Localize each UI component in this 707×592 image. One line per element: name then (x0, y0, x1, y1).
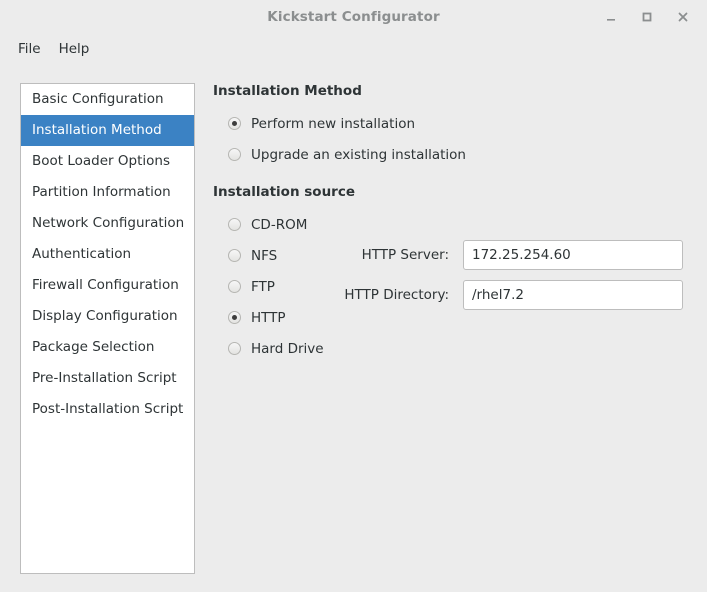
installation-source-area: CD-ROM NFS FTP HTTP Hard Drive HTTP Serv… (213, 209, 693, 364)
radio-label: HTTP (251, 309, 286, 326)
sidebar-item-authentication[interactable]: Authentication (21, 239, 194, 270)
radio-ftp[interactable]: FTP (213, 271, 333, 302)
radio-upgrade-existing-installation[interactable]: Upgrade an existing installation (213, 139, 693, 170)
sidebar-item-partition-information[interactable]: Partition Information (21, 177, 194, 208)
radio-perform-new-installation[interactable]: Perform new installation (213, 108, 693, 139)
menu-item-help[interactable]: Help (50, 38, 99, 60)
http-directory-label: HTTP Directory: (344, 287, 449, 303)
radio-hard-drive[interactable]: Hard Drive (213, 333, 333, 364)
radio-indicator-icon (228, 249, 241, 262)
radio-label: Upgrade an existing installation (251, 146, 466, 163)
radio-label: NFS (251, 247, 278, 264)
window-controls (593, 0, 701, 33)
sidebar-item-post-installation-script[interactable]: Post-Installation Script (21, 394, 194, 425)
sidebar-item-basic-configuration[interactable]: Basic Configuration (21, 84, 194, 115)
radio-indicator-icon (228, 148, 241, 161)
http-fields: HTTP Server: HTTP Directory: (340, 235, 685, 315)
sidebar-list[interactable]: Basic Configuration Installation Method … (20, 83, 195, 574)
close-button[interactable] (665, 0, 701, 33)
menu-bar: File Help (0, 33, 707, 65)
http-directory-row: HTTP Directory: (340, 275, 685, 315)
radio-label: CD-ROM (251, 216, 308, 233)
radio-nfs[interactable]: NFS (213, 240, 333, 271)
radio-indicator-icon (228, 218, 241, 231)
radio-cdrom[interactable]: CD-ROM (213, 209, 333, 240)
minimize-button[interactable] (593, 0, 629, 33)
http-server-label: HTTP Server: (361, 247, 449, 263)
sidebar-item-package-selection[interactable]: Package Selection (21, 332, 194, 363)
menu-item-file[interactable]: File (9, 38, 50, 60)
radio-indicator-icon (228, 311, 241, 324)
sidebar-item-display-configuration[interactable]: Display Configuration (21, 301, 194, 332)
radio-label: Perform new installation (251, 115, 416, 132)
http-directory-input[interactable] (463, 280, 683, 310)
sidebar-item-pre-installation-script[interactable]: Pre-Installation Script (21, 363, 194, 394)
main-panel: Installation Method Perform new installa… (213, 83, 693, 364)
radio-label: FTP (251, 278, 275, 295)
installation-source-heading: Installation source (213, 184, 356, 200)
installation-method-heading: Installation Method (213, 83, 362, 99)
http-server-row: HTTP Server: (340, 235, 685, 275)
radio-http[interactable]: HTTP (213, 302, 333, 333)
sidebar-item-firewall-configuration[interactable]: Firewall Configuration (21, 270, 194, 301)
title-bar: Kickstart Configurator (0, 0, 707, 33)
maximize-button[interactable] (629, 0, 665, 33)
sidebar-item-installation-method[interactable]: Installation Method (21, 115, 194, 146)
radio-indicator-icon (228, 342, 241, 355)
installation-source-options: CD-ROM NFS FTP HTTP Hard Drive (213, 209, 333, 364)
sidebar-item-network-configuration[interactable]: Network Configuration (21, 208, 194, 239)
http-server-input[interactable] (463, 240, 683, 270)
radio-indicator-icon (228, 117, 241, 130)
radio-indicator-icon (228, 280, 241, 293)
radio-label: Hard Drive (251, 340, 324, 357)
sidebar-item-boot-loader-options[interactable]: Boot Loader Options (21, 146, 194, 177)
window-title: Kickstart Configurator (267, 8, 440, 25)
